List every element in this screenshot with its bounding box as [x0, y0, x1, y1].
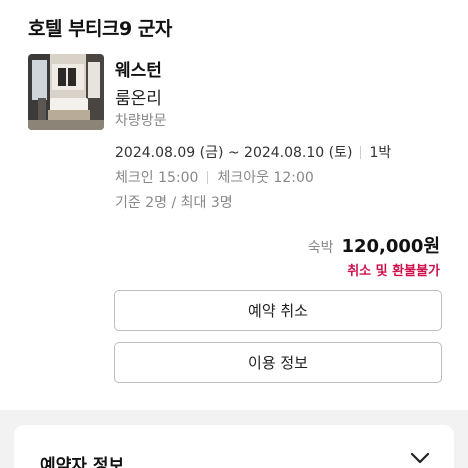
- room-capacity: 기준 2명 / 최대 3명: [115, 195, 233, 211]
- checkout-time: 체크아웃 12:00: [217, 170, 314, 186]
- room-type: 룸온리: [115, 89, 162, 109]
- check-times-row: 체크인 15:00 체크아웃 12:00: [115, 167, 314, 187]
- price-row: 숙박 120,000원: [308, 232, 440, 258]
- refund-policy-note: 취소 및 환불불가: [347, 264, 440, 279]
- stay-dates-row: 2024.08.09 (금) ~ 2024.08.10 (토) 1박: [115, 142, 391, 162]
- room-option: 차량방문: [115, 113, 167, 129]
- room-name: 웨스턴: [115, 61, 162, 81]
- divider: [360, 145, 362, 159]
- usage-info-button[interactable]: 이용 정보: [114, 342, 442, 383]
- price-value: 120,000원: [341, 236, 440, 257]
- divider: [207, 170, 209, 184]
- cancel-reservation-button[interactable]: 예약 취소: [114, 290, 442, 331]
- room-thumbnail[interactable]: [28, 54, 104, 130]
- stay-nights: 1박: [369, 145, 392, 161]
- price-label: 숙박: [307, 240, 334, 256]
- checkin-time: 체크인 15:00: [115, 170, 199, 186]
- hotel-title: 호텔 부티크9 군자: [28, 18, 172, 40]
- booker-info-title: 예약자 정보: [40, 456, 125, 468]
- chevron-down-icon[interactable]: [410, 451, 430, 465]
- booker-info-section[interactable]: 예약자 정보: [14, 425, 454, 468]
- stay-dates: 2024.08.09 (금) ~ 2024.08.10 (토): [115, 145, 353, 161]
- hotel-room-photo: [28, 54, 104, 130]
